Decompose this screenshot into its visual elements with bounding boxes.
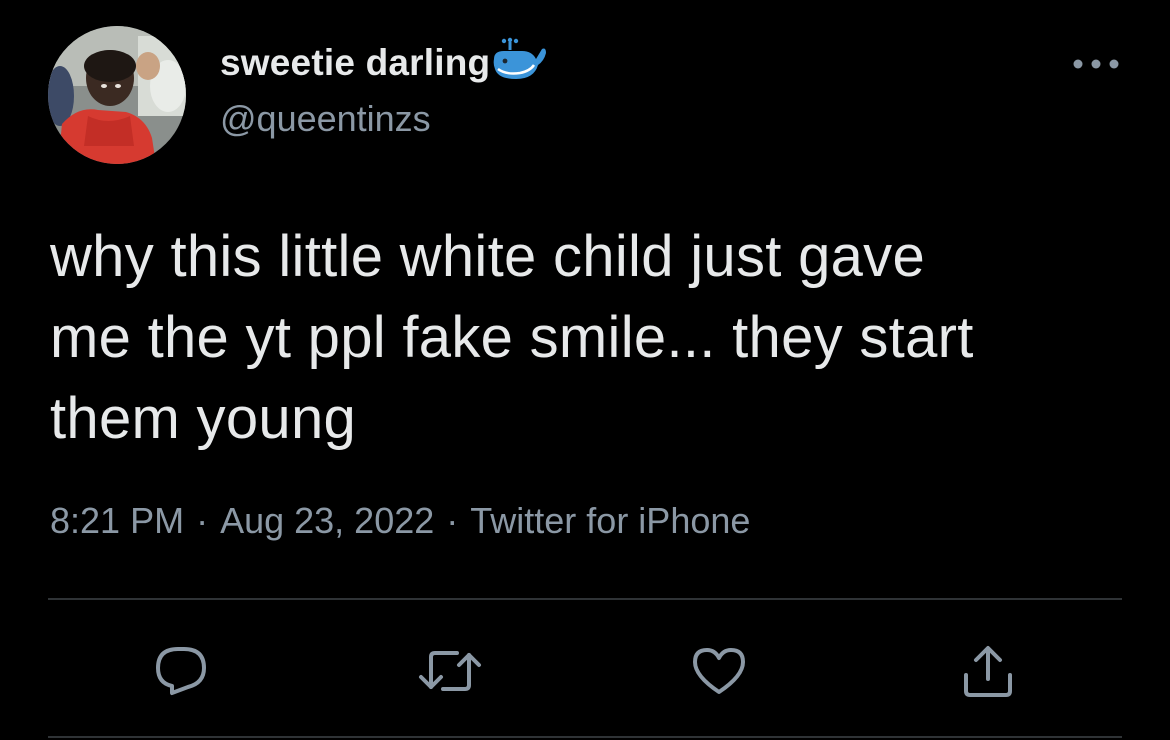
tweet-meta: 8:21 PM · Aug 23, 2022 · Twitter for iPh… (50, 500, 750, 542)
avatar-photo (48, 26, 186, 164)
like-button[interactable] (684, 636, 754, 706)
meta-separator: · (446, 500, 459, 541)
tweet-text: why this little white child just gave me… (50, 224, 974, 451)
action-bar (0, 636, 1170, 706)
whale-icon (493, 37, 547, 79)
divider (48, 736, 1122, 738)
reply-icon (156, 647, 206, 695)
share-icon (964, 646, 1012, 697)
tweet-card: sweetie darling @queentinzs why this lit… (0, 0, 1170, 740)
avatar[interactable] (48, 26, 186, 164)
retweet-button[interactable] (415, 636, 485, 706)
tweet-time[interactable]: 8:21 PM (50, 500, 184, 542)
tweet-source[interactable]: Twitter for iPhone (470, 500, 750, 542)
more-icon (1073, 59, 1119, 69)
more-options-button[interactable] (1070, 44, 1122, 84)
divider (48, 598, 1122, 600)
heart-icon (693, 648, 745, 694)
display-name-row[interactable]: sweetie darling (220, 36, 548, 90)
display-name[interactable]: sweetie darling (220, 42, 490, 84)
reply-button[interactable] (146, 636, 216, 706)
tweet-date[interactable]: Aug 23, 2022 (220, 500, 434, 542)
retweet-icon (419, 651, 481, 691)
handle[interactable]: @queentinzs (220, 98, 431, 140)
share-button[interactable] (953, 636, 1023, 706)
meta-separator: · (196, 500, 209, 541)
